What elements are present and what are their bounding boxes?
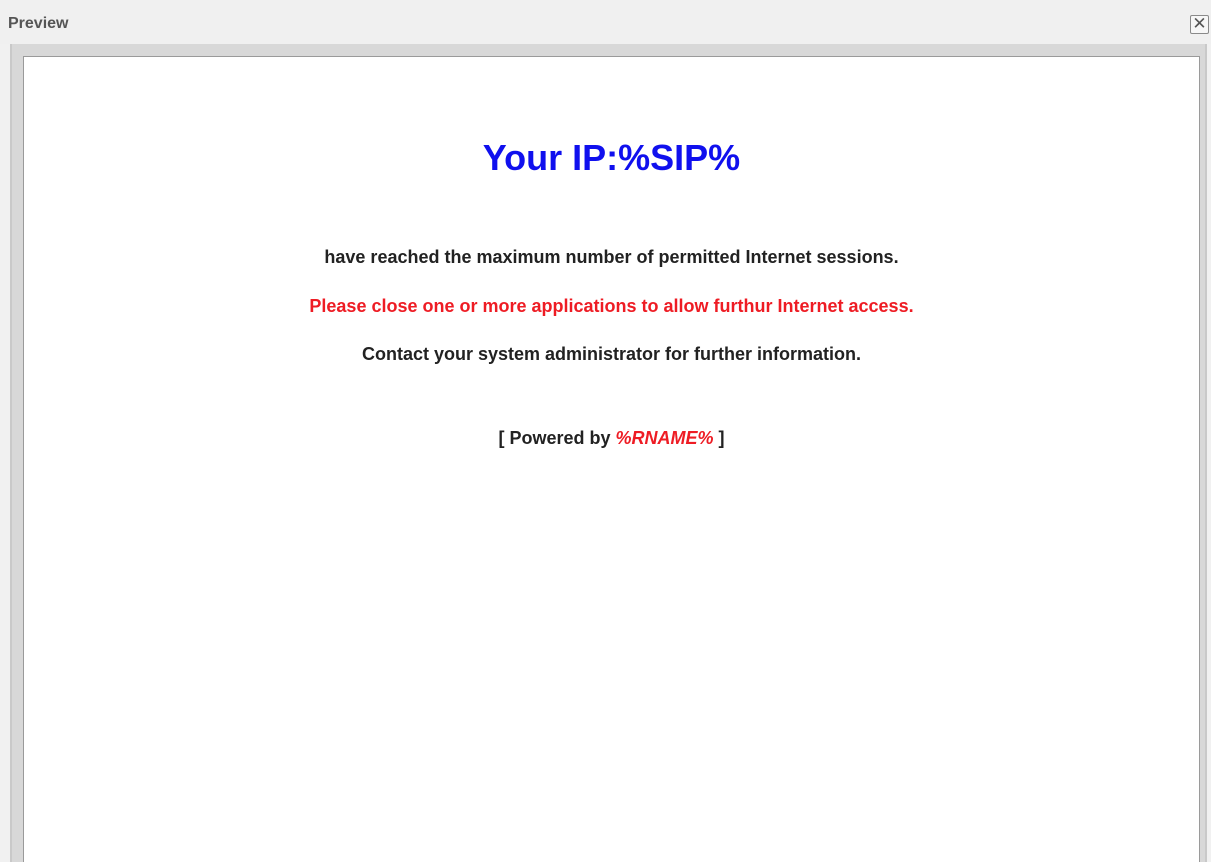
dialog-title: Preview <box>8 15 69 32</box>
preview-dialog: Preview ✕ Your IP:%SIP% have reached the… <box>0 0 1211 862</box>
titlebar: Preview ✕ <box>0 0 1211 44</box>
powered-by-line: [ Powered by %RNAME% ] <box>24 428 1199 449</box>
contact-admin-message: Contact your system administrator for fu… <box>361 344 862 364</box>
ip-heading: Your IP:%SIP% <box>482 137 741 178</box>
powered-by-prefix: [ Powered by <box>498 428 616 448</box>
router-name: %RNAME% <box>615 428 714 448</box>
powered-by-suffix: ] <box>713 428 725 448</box>
close-icon[interactable]: ✕ <box>1190 15 1209 34</box>
close-applications-warning: Please close one or more applications to… <box>309 296 914 316</box>
preview-content: Your IP:%SIP% have reached the maximum n… <box>23 56 1200 862</box>
session-limit-message: have reached the maximum number of permi… <box>324 247 899 267</box>
